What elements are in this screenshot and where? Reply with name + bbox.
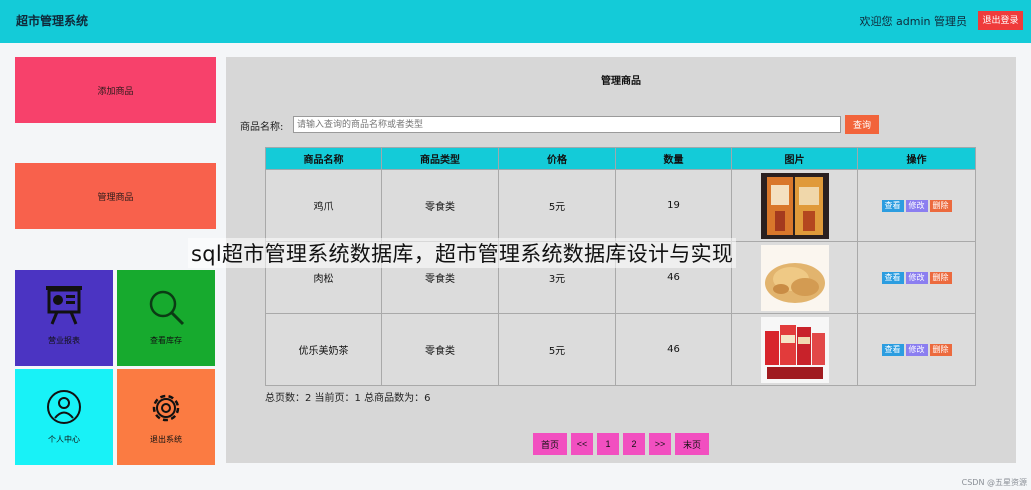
- tile-personal-center[interactable]: 个人中心: [15, 369, 113, 465]
- meat-floss-product-photo: [760, 244, 829, 311]
- tile-label: 退出系统: [150, 435, 182, 444]
- prev-page-button[interactable]: <<: [571, 433, 593, 455]
- panel-title: 管理商品: [601, 76, 641, 87]
- last-page-button[interactable]: 末页: [675, 433, 709, 455]
- edit-button[interactable]: 修改: [905, 343, 928, 356]
- table-row: 优乐美奶茶 零食类 5元 46 查看 修改 删除: [265, 313, 976, 386]
- delete-button[interactable]: 删除: [929, 271, 952, 284]
- search-label: 商品名称:: [240, 122, 284, 133]
- first-page-button[interactable]: 首页: [533, 433, 567, 455]
- column-header: 价格: [498, 147, 616, 170]
- gear-icon: [152, 394, 180, 422]
- app-title: 超市管理系统: [16, 14, 89, 28]
- tile-business-report[interactable]: 营业报表: [15, 270, 113, 366]
- product-name: 优乐美奶茶: [265, 313, 382, 386]
- product-quantity: 46: [615, 313, 732, 386]
- add-product-button[interactable]: 添加商品: [15, 57, 216, 123]
- overlay-caption: sql超市管理系统数据库，超市管理系统数据库设计与实现: [188, 238, 737, 268]
- column-header: 数量: [615, 147, 732, 170]
- product-price: 5元: [498, 169, 616, 242]
- user-circle-icon: [47, 390, 81, 424]
- view-button[interactable]: 查看: [881, 199, 904, 212]
- presentation-board-icon: [46, 286, 82, 325]
- search-input[interactable]: [293, 116, 841, 133]
- page-2-button[interactable]: 2: [623, 433, 645, 455]
- product-type: 零食类: [381, 169, 499, 242]
- page-1-button[interactable]: 1: [597, 433, 619, 455]
- milk-tea-product-photo: [760, 316, 829, 383]
- tile-label: 个人中心: [48, 435, 80, 444]
- column-header: 操作: [857, 147, 976, 170]
- column-header: 图片: [731, 147, 858, 170]
- delete-button[interactable]: 删除: [929, 199, 952, 212]
- table-row: 鸡爪 零食类 5元 19 查看 修改 删除: [265, 169, 976, 242]
- tile-view-stock[interactable]: 查看库存: [117, 270, 215, 366]
- product-quantity: 19: [615, 169, 732, 242]
- view-button[interactable]: 查看: [881, 343, 904, 356]
- logout-button[interactable]: 退出登录: [978, 11, 1023, 30]
- next-page-button[interactable]: >>: [649, 433, 671, 455]
- column-header: 商品名称: [265, 147, 382, 170]
- add-product-label: 添加商品: [97, 86, 134, 97]
- manage-products-label: 管理商品: [97, 192, 134, 203]
- view-button[interactable]: 查看: [881, 271, 904, 284]
- pagination-summary: 总页数：2 当前页：1 总商品数为：6: [265, 393, 431, 404]
- product-type: 零食类: [381, 313, 499, 386]
- product-price: 5元: [498, 313, 616, 386]
- table-header-row: 商品名称 商品类型 价格 数量 图片 操作: [265, 147, 976, 170]
- watermark: CSDN @五星资源: [961, 478, 1027, 487]
- manage-products-button[interactable]: 管理商品: [15, 163, 216, 229]
- edit-button[interactable]: 修改: [905, 271, 928, 284]
- product-name: 鸡爪: [265, 169, 382, 242]
- welcome-text: 欢迎您 admin 管理员: [859, 15, 967, 28]
- tile-exit-system[interactable]: 退出系统: [117, 369, 215, 465]
- tile-label: 营业报表: [48, 336, 80, 345]
- magnifier-icon: [149, 290, 185, 326]
- delete-button[interactable]: 删除: [929, 343, 952, 356]
- chicken-feet-product-photo: [760, 172, 829, 239]
- tile-label: 查看库存: [150, 336, 182, 345]
- column-header: 商品类型: [381, 147, 499, 170]
- search-button[interactable]: 查询: [845, 115, 879, 134]
- edit-button[interactable]: 修改: [905, 199, 928, 212]
- top-bar: 超市管理系统 欢迎您 admin 管理员 退出登录: [0, 0, 1031, 43]
- pagination: 首页 << 1 2 >> 末页: [226, 433, 1016, 455]
